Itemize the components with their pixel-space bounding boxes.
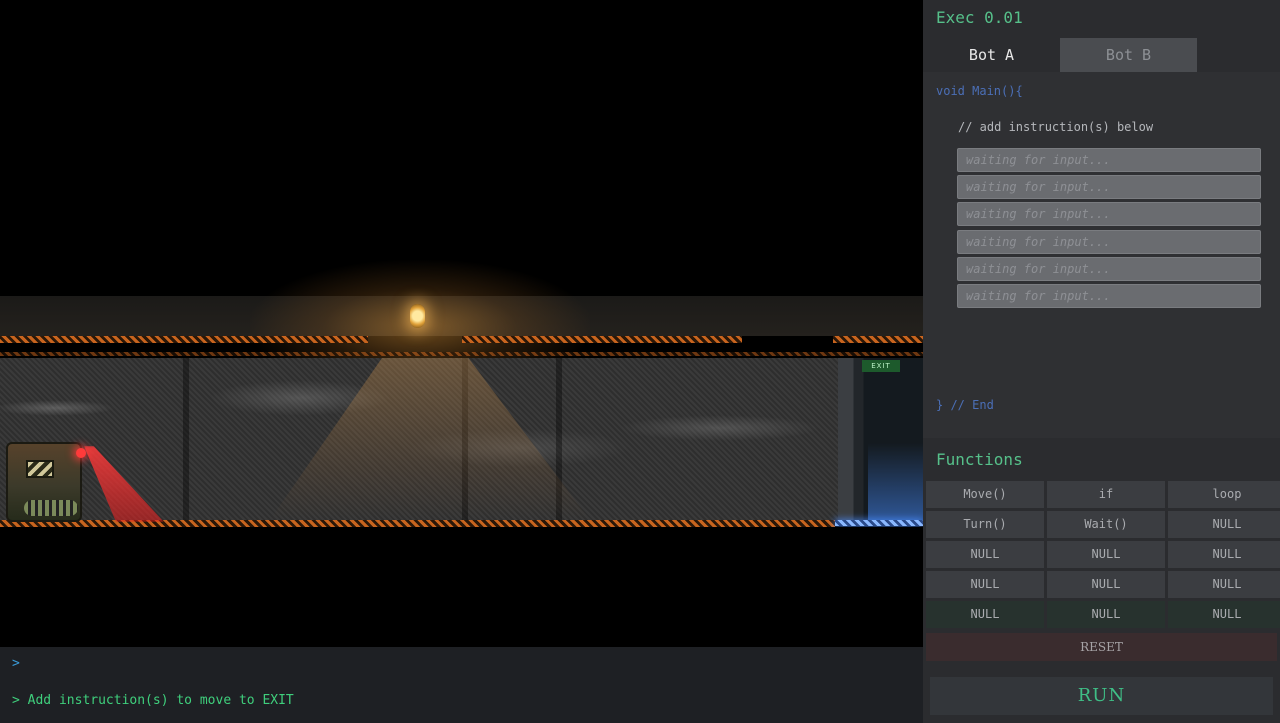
hazard-strip-thin [0,352,923,356]
exit-sign: EXIT [862,360,900,372]
console: > > Add instruction(s) to move to EXIT [0,647,923,723]
instruction-slot[interactable]: waiting for input... [957,284,1261,308]
tab-bot-a[interactable]: Bot A [923,38,1060,72]
instruction-slot[interactable]: waiting for input... [957,175,1261,199]
instruction-slot[interactable]: waiting for input... [957,202,1261,226]
instruction-slot[interactable]: waiting for input... [957,257,1261,281]
code-main-header: void Main(){ [936,84,1023,98]
function-null[interactable]: NULL [1168,571,1280,598]
hazard-strip-upper-middle [462,336,742,343]
function-null[interactable]: NULL [1168,601,1280,628]
editor-panel: Exec 0.01 Bot A Bot B void Main(){ // ad… [923,0,1280,723]
function-null[interactable]: NULL [1047,541,1165,568]
function-null[interactable]: NULL [926,601,1044,628]
exit-door [838,358,923,523]
hazard-strip-upper-right [833,336,923,343]
function-null[interactable]: NULL [1047,571,1165,598]
function-null[interactable]: NULL [926,571,1044,598]
code-end: } // End [936,398,994,412]
console-prompt[interactable]: > [12,656,20,671]
hazard-strip-upper-left [0,336,368,343]
exit-floor-marker [835,520,923,526]
function-wait[interactable]: Wait() [1047,511,1165,538]
function-turn[interactable]: Turn() [926,511,1044,538]
function-if[interactable]: if [1047,481,1165,508]
wall-pillar [183,358,189,520]
function-move[interactable]: Move() [926,481,1044,508]
code-comment: // add instruction(s) below [958,120,1154,134]
code-editor: void Main(){ // add instruction(s) below… [923,72,1280,438]
robot-hazard-panel [26,460,54,478]
reset-button[interactable]: RESET [926,633,1277,661]
function-null[interactable]: NULL [926,541,1044,568]
bot-robot [6,442,86,522]
exit-glow [868,443,923,523]
game-viewport: EXIT [0,0,923,647]
corridor-floor [0,527,923,647]
tab-bot-b[interactable]: Bot B [1060,38,1197,72]
function-null[interactable]: NULL [1168,541,1280,568]
robot-laser-emitter [76,448,86,458]
console-message: > Add instruction(s) to move to EXIT [12,693,294,708]
instruction-slot[interactable]: waiting for input... [957,148,1261,172]
function-loop[interactable]: loop [1168,481,1280,508]
function-null[interactable]: NULL [1047,601,1165,628]
run-button[interactable]: RUN [930,677,1273,715]
ceiling-lamp [410,304,425,328]
robot-track [24,500,78,516]
functions-title: Functions [936,450,1023,469]
instruction-slot[interactable]: waiting for input... [957,230,1261,254]
function-null[interactable]: NULL [1168,511,1280,538]
exec-title: Exec 0.01 [936,8,1023,27]
